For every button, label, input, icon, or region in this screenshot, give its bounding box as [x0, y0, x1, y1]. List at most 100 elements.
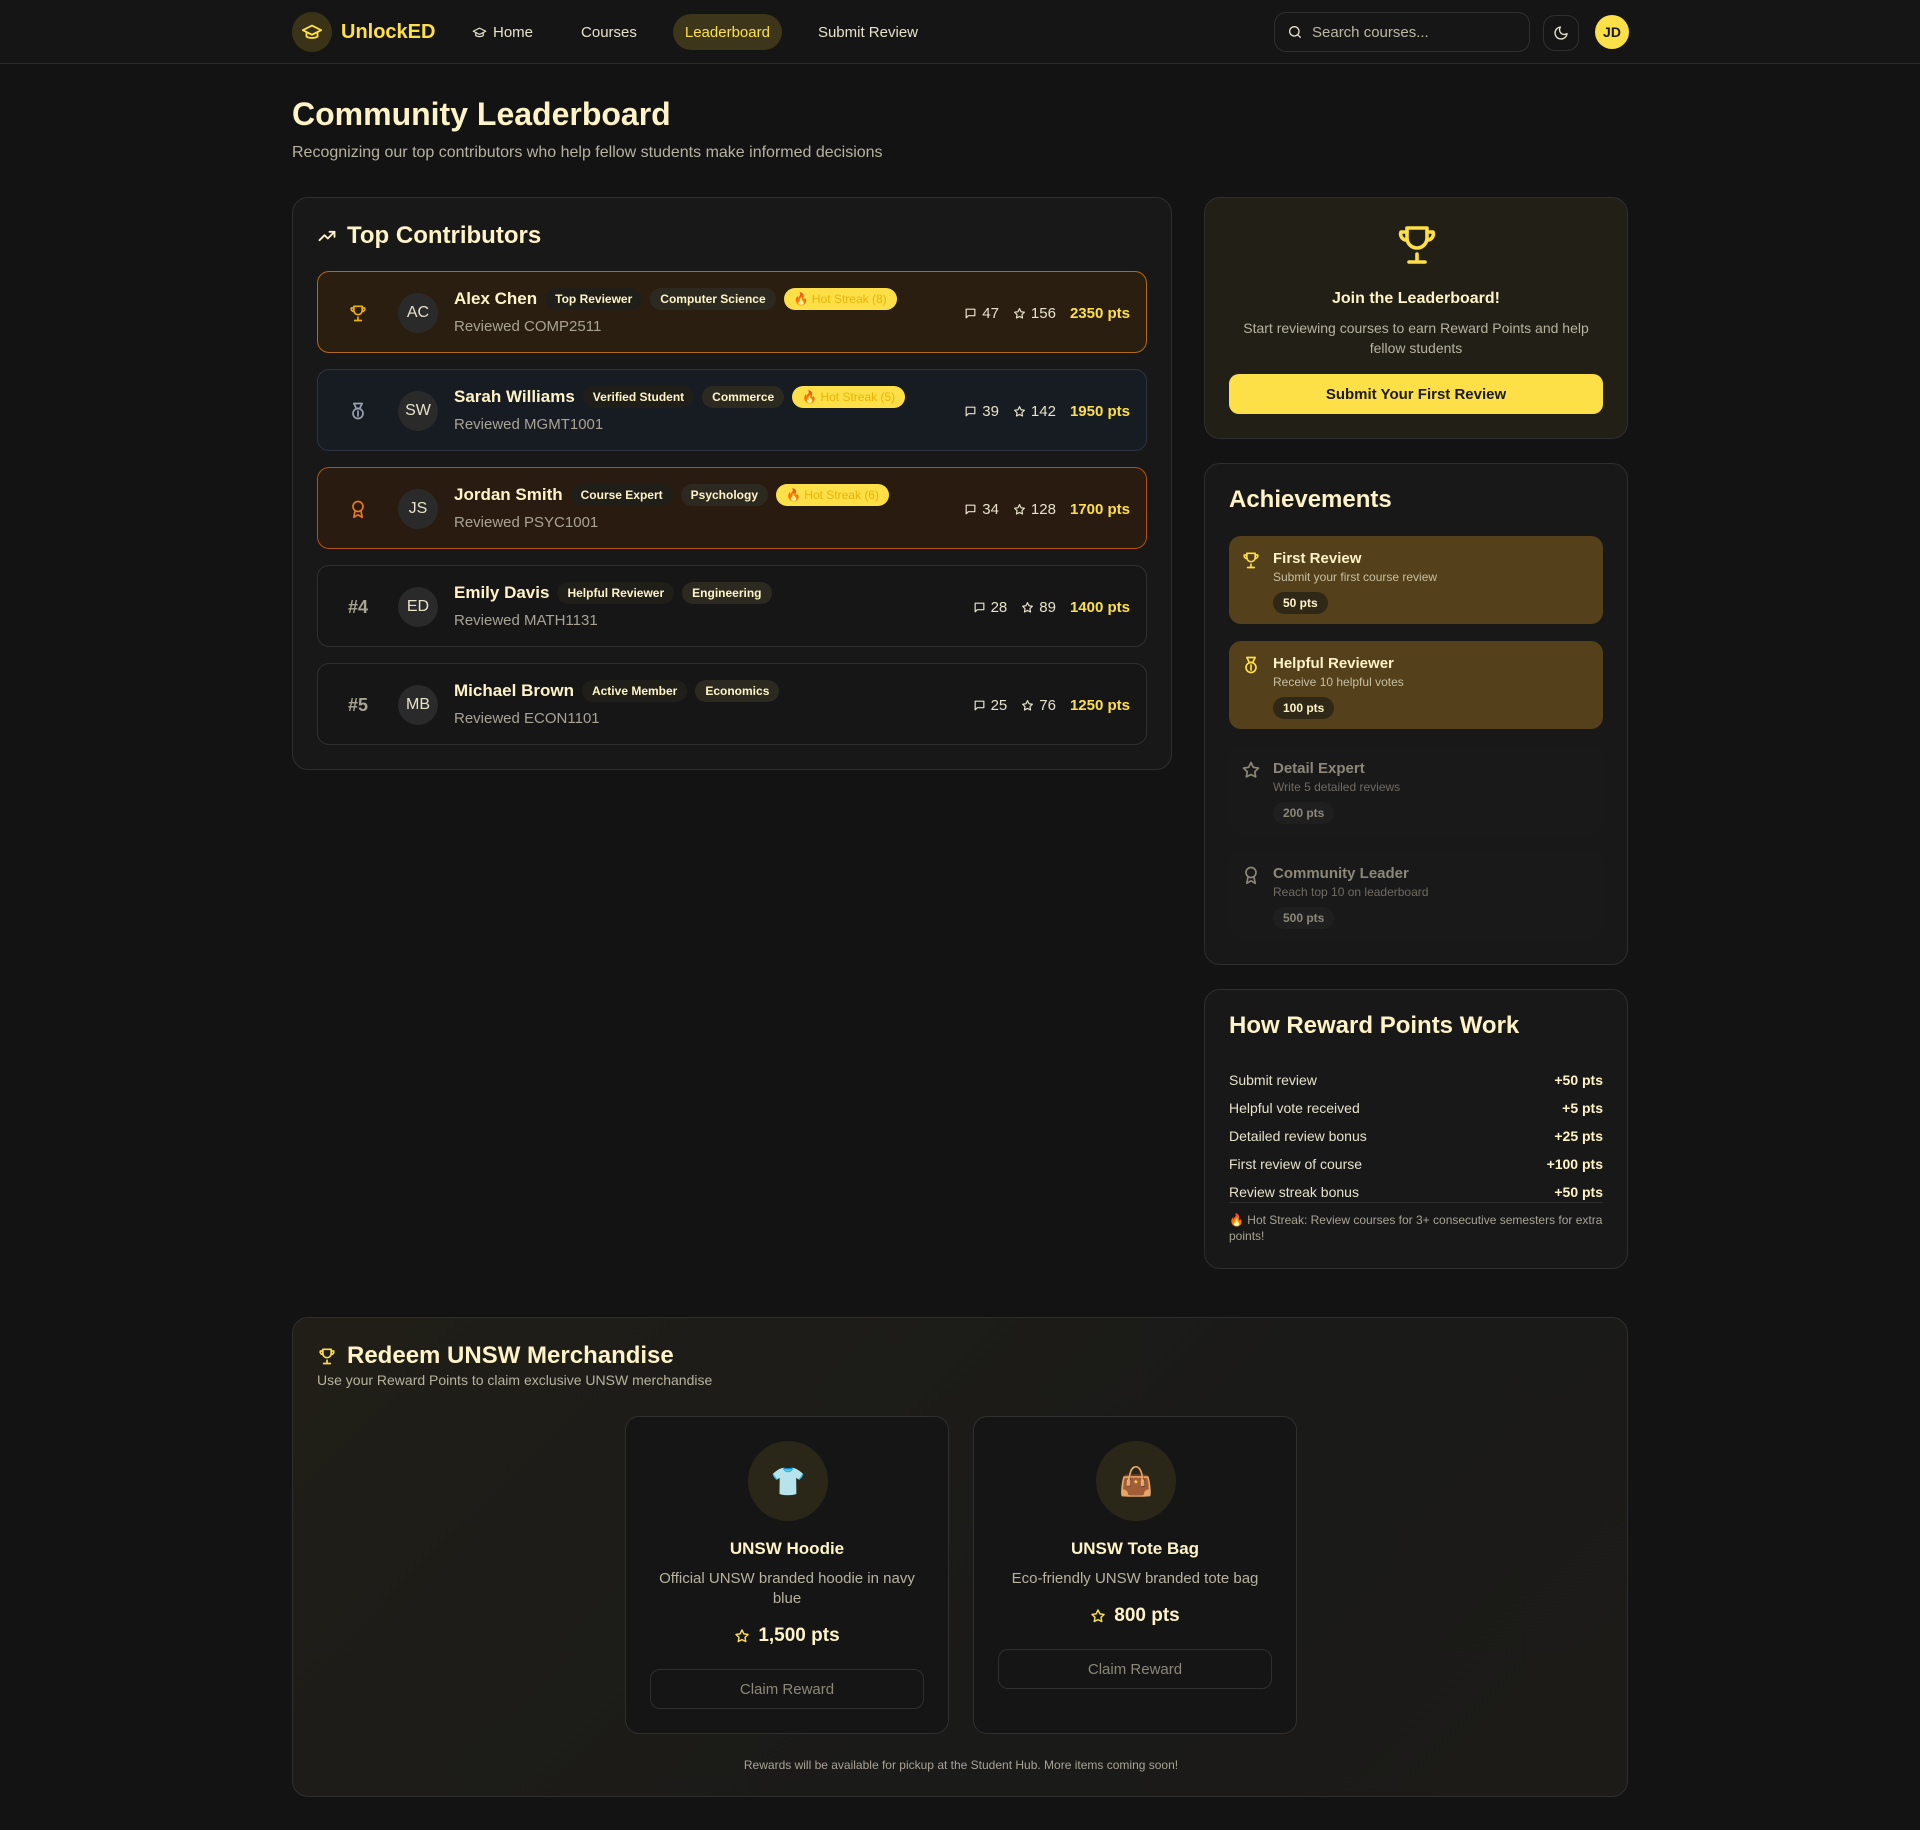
faculty-badge: Engineering	[682, 582, 772, 604]
achievement-item: Detail Expert Write 5 detailed reviews 2…	[1229, 746, 1603, 834]
merch-footer-note: Rewards will be available for pickup at …	[743, 1758, 1179, 1772]
rule-value: +50 pts	[1554, 1184, 1603, 1200]
graduation-cap-icon	[292, 12, 332, 52]
nav-links: Home Courses Leaderboard Submit Review	[460, 14, 930, 50]
row-stats: 28 89 1400 pts	[973, 566, 1130, 648]
leaderboard-row[interactable]: #4 ED Emily Davis Helpful Reviewer Engin…	[317, 565, 1147, 647]
claim-reward-button[interactable]: Claim Reward	[998, 1649, 1272, 1689]
contributor-name: Alex Chen	[454, 289, 538, 308]
rank-indicator	[318, 370, 398, 452]
achievement-name: Helpful Reviewer	[1273, 655, 1394, 672]
achievement-item: First Review Submit your first course re…	[1229, 536, 1603, 624]
award-icon	[348, 499, 368, 519]
nav-link-courses[interactable]: Courses	[569, 14, 649, 50]
points-rule: First review of course +100 pts	[1229, 1156, 1603, 1172]
faculty-badge: Psychology	[680, 484, 769, 506]
achievement-points: 200 pts	[1273, 802, 1335, 824]
hot-streak-note: 🔥 Hot Streak: Review courses for 3+ cons…	[1229, 1213, 1603, 1243]
reviews-count: 39	[964, 403, 999, 420]
divider	[1229, 1202, 1603, 1203]
star-icon	[1090, 1608, 1106, 1624]
merch-desc: Eco-friendly UNSW branded tote bag	[1011, 1570, 1259, 1587]
helpful-value: 89	[1039, 598, 1056, 616]
merch-price: 800 pts	[974, 1605, 1296, 1627]
leaderboard-row[interactable]: AC Alex Chen Top Reviewer Computer Scien…	[317, 271, 1147, 353]
price-value: 1,500 pts	[758, 1625, 840, 1646]
helpful-value: 142	[1030, 402, 1056, 420]
join-leaderboard-card: Join the Leaderboard! Start reviewing co…	[1204, 197, 1628, 439]
star-icon	[1241, 760, 1261, 780]
reviewed-course: Reviewed ECON1101	[454, 710, 600, 727]
reviews-count: 25	[973, 697, 1007, 714]
reviewed-course: Reviewed MATH1131	[454, 612, 598, 629]
helpful-value: 128	[1030, 500, 1056, 518]
page-title: Community Leaderboard	[292, 96, 671, 132]
brand[interactable]: UnlockED	[292, 12, 435, 52]
achievement-desc: Submit your first course review	[1273, 570, 1438, 584]
points-value: 2350 pts	[1069, 304, 1130, 322]
role-badge: Active Member	[581, 680, 688, 702]
rule-value: +50 pts	[1554, 1072, 1603, 1088]
helpful-count: 156	[1013, 305, 1056, 322]
row-stats: 25 76 1250 pts	[973, 664, 1130, 746]
nav-link-home[interactable]: Home	[460, 14, 545, 50]
reviews-value: 34	[982, 500, 999, 518]
points-rule: Detailed review bonus +25 pts	[1229, 1128, 1603, 1144]
avatar: ED	[398, 587, 438, 627]
award-icon	[1241, 865, 1261, 885]
contributor-name: Emily Davis	[454, 583, 550, 602]
nav-link-label: Submit Review	[817, 23, 918, 41]
merch-desc: Official UNSW branded hoodie in navy blu…	[659, 1570, 915, 1607]
leaderboard-row[interactable]: #5 MB Michael Brown Active Member Econom…	[317, 663, 1147, 745]
contributor-name: Sarah Williams	[454, 387, 575, 406]
rule-label: Review streak bonus	[1229, 1184, 1359, 1200]
helpful-value: 76	[1039, 696, 1056, 714]
leaderboard-row[interactable]: SW Sarah Williams Verified Student Comme…	[317, 369, 1147, 451]
helpful-value: 156	[1030, 304, 1056, 322]
section-subtitle: Use your Reward Points to claim exclusiv…	[317, 1372, 713, 1388]
achievements-card: Achievements First Review Submit your fi…	[1204, 463, 1628, 965]
reviewed-course: Reviewed PSYC1001	[454, 514, 599, 531]
achievement-desc: Receive 10 helpful votes	[1273, 675, 1404, 689]
role-badge: Verified Student	[582, 386, 695, 408]
merch-item: 👜 UNSW Tote Bag Eco-friendly UNSW brande…	[973, 1416, 1297, 1734]
trophy-icon	[348, 303, 368, 323]
star-icon	[1013, 307, 1026, 320]
medal-icon	[1241, 655, 1261, 675]
brand-name: UnlockED	[341, 20, 436, 43]
points-value: 1950 pts	[1069, 402, 1130, 420]
reviewed-course: Reviewed COMP2511	[454, 318, 602, 335]
trophy-icon	[1241, 550, 1261, 570]
leaderboard-row[interactable]: JS Jordan Smith Course Expert Psychology…	[317, 467, 1147, 549]
claim-reward-button[interactable]: Claim Reward	[650, 1669, 924, 1709]
section-title: Top Contributors	[347, 222, 542, 249]
row-header: Alex Chen Top Reviewer Computer Science …	[454, 288, 897, 310]
avatar: SW	[398, 391, 438, 431]
achievement-name: Detail Expert	[1273, 760, 1365, 777]
achievement-item: Helpful Reviewer Receive 10 helpful vote…	[1229, 641, 1603, 729]
nav-link-submit-review[interactable]: Submit Review	[806, 14, 930, 50]
avatar: AC	[398, 293, 438, 333]
star-icon	[1013, 503, 1026, 516]
star-icon	[1021, 699, 1034, 712]
points-rule: Helpful vote received +5 pts	[1229, 1100, 1603, 1116]
nav-link-leaderboard[interactable]: Leaderboard	[672, 14, 782, 50]
points-value: 1400 pts	[1069, 598, 1130, 616]
user-avatar[interactable]: JD	[1595, 15, 1629, 49]
shirt-icon: 👕	[748, 1441, 828, 1521]
message-icon	[964, 405, 977, 418]
search-input[interactable]	[1312, 23, 1512, 41]
faculty-badge: Computer Science	[650, 288, 776, 310]
achievement-points: 100 pts	[1273, 697, 1335, 719]
contributor-name: Jordan Smith	[454, 485, 563, 504]
submit-first-review-button[interactable]: Submit Your First Review	[1229, 374, 1603, 414]
achievement-name: First Review	[1273, 550, 1362, 567]
helpful-count: 76	[1021, 697, 1056, 714]
search-box	[1274, 12, 1530, 52]
rule-label: Helpful vote received	[1229, 1100, 1360, 1116]
theme-toggle-button[interactable]	[1543, 15, 1579, 51]
row-stats: 47 156 2350 pts	[964, 272, 1130, 354]
join-text: Start reviewing courses to earn Reward P…	[1243, 320, 1589, 356]
row-stats: 39 142 1950 pts	[964, 370, 1130, 452]
reviews-count: 34	[964, 501, 999, 518]
